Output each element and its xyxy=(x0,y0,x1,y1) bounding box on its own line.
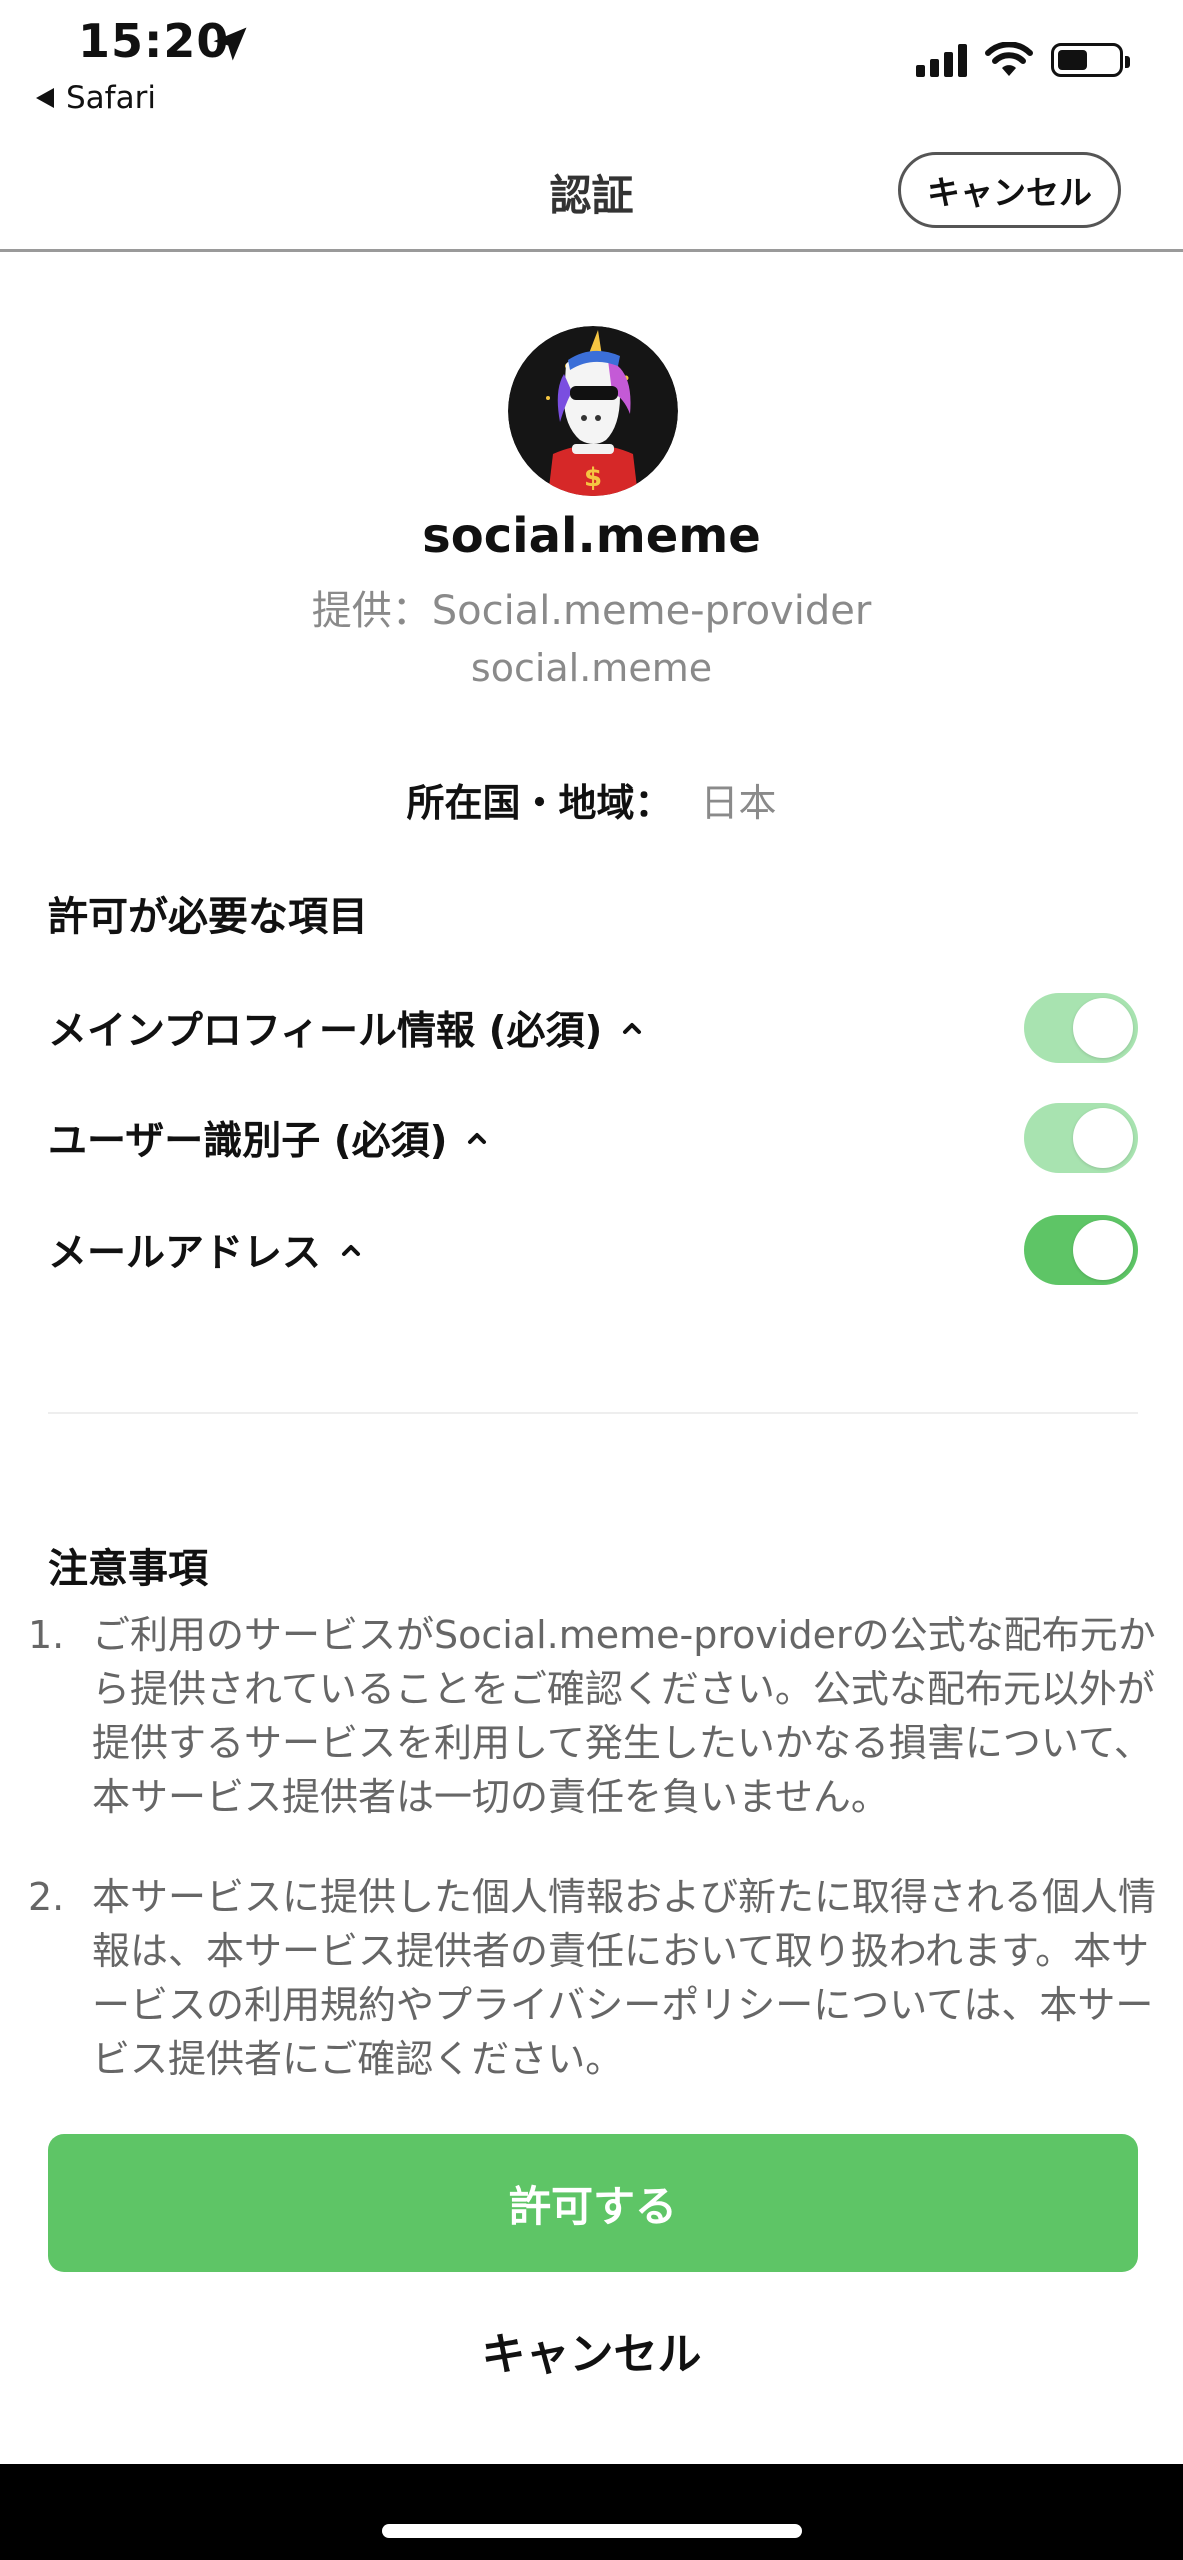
battery-icon xyxy=(1051,43,1130,77)
note-number: 1. xyxy=(28,1613,65,1657)
cancel-button[interactable]: キャンセル xyxy=(0,2318,1183,2382)
cellular-signal-icon xyxy=(916,43,967,77)
home-bar-area xyxy=(0,2464,1183,2560)
section-divider xyxy=(48,1412,1138,1414)
svg-text:$: $ xyxy=(584,463,602,493)
note-number: 2. xyxy=(28,1875,65,1919)
permission-row-email: メールアドレス xyxy=(48,1210,1138,1290)
home-indicator[interactable] xyxy=(382,2524,802,2538)
chevron-up-icon xyxy=(342,1245,361,1256)
region-value: 日本 xyxy=(700,781,777,825)
unicorn-mascot-icon: $ xyxy=(508,326,678,496)
back-to-safari[interactable]: Safari xyxy=(36,80,156,116)
permissions-title: 許可が必要な項目 xyxy=(48,894,368,940)
note-text: ご利用のサービスがSocial.meme-providerの公式な配布元から提供… xyxy=(92,1613,1156,1819)
wifi-icon xyxy=(985,42,1033,76)
location-arrow-icon xyxy=(213,27,247,61)
notes-title: 注意事項 xyxy=(48,1546,208,1592)
app-domain: social.meme xyxy=(470,646,713,690)
chevron-up-icon xyxy=(623,1023,642,1034)
permission-expand-main-profile[interactable]: メインプロフィール情報 (必須) xyxy=(48,1000,644,1056)
region-label: 所在国・地域： xyxy=(406,781,673,825)
nav-bar: 認証 キャンセル xyxy=(0,140,1183,252)
region-row: 所在国・地域： 日本 xyxy=(0,772,1183,827)
permission-expand-email[interactable]: メールアドレス xyxy=(48,1222,363,1278)
toggle-email[interactable] xyxy=(1024,1215,1138,1285)
status-time: 15:20 xyxy=(78,14,230,68)
status-bar: 15:20 Safari xyxy=(0,0,1183,140)
permission-label: ユーザー識別子 (必須) xyxy=(48,1119,448,1164)
note-text: 本サービスに提供した個人情報および新たに取得される個人情報は、本サービス提供者の… xyxy=(92,1875,1157,2081)
note-item: 2. 本サービスに提供した個人情報および新たに取得される個人情報は、本サービス提… xyxy=(28,1870,1158,2086)
back-app-label: Safari xyxy=(66,80,156,116)
header-cancel-button[interactable]: キャンセル xyxy=(898,152,1121,228)
status-icons xyxy=(916,42,1130,78)
permission-expand-user-id[interactable]: ユーザー識別子 (必須) xyxy=(48,1110,489,1166)
app-avatar: $ xyxy=(508,326,678,496)
allow-button[interactable]: 許可する xyxy=(48,2134,1138,2272)
permission-row-main-profile: メインプロフィール情報 (必須) xyxy=(48,988,1138,1068)
chevron-up-icon xyxy=(468,1133,487,1144)
toggle-main-profile[interactable] xyxy=(1024,993,1138,1063)
provider-text: 提供：Social.meme-provider xyxy=(311,588,872,634)
permission-row-user-id: ユーザー識別子 (必須) xyxy=(48,1098,1138,1178)
toggle-user-id[interactable] xyxy=(1024,1103,1138,1173)
app-name: social.meme xyxy=(422,508,761,564)
back-triangle-icon xyxy=(36,88,54,108)
note-item: 1. ご利用のサービスがSocial.meme-providerの公式な配布元か… xyxy=(28,1608,1158,1824)
permission-label: メインプロフィール情報 (必須) xyxy=(48,1009,603,1054)
permission-label: メールアドレス xyxy=(48,1231,322,1276)
